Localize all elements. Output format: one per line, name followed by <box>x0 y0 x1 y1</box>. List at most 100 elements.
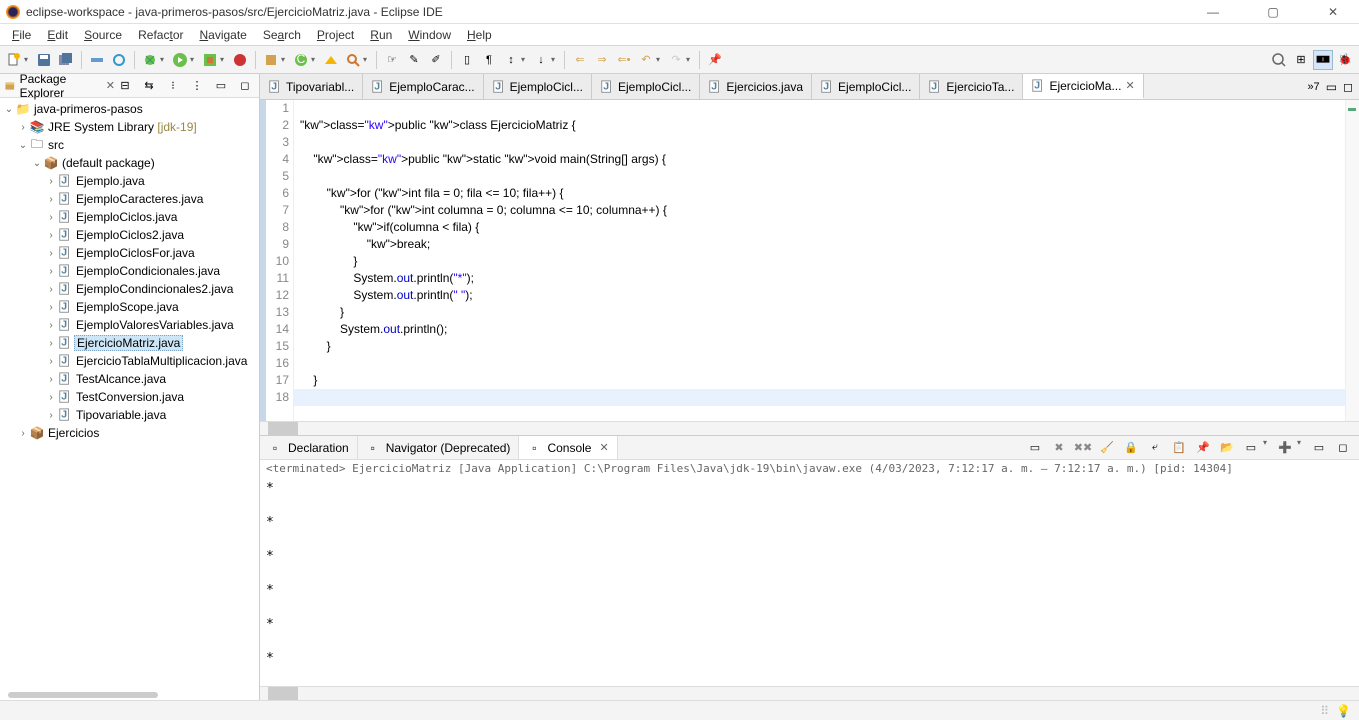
code-editor[interactable]: 123456789101112131415161718 "kw">class="… <box>260 100 1359 421</box>
console-pin-button[interactable]: 📌 <box>1193 438 1213 458</box>
trim-handle[interactable]: ⠿ <box>1320 704 1330 718</box>
console-minimize-button[interactable]: ▭ <box>1309 438 1329 458</box>
coverage-button[interactable] <box>200 50 220 70</box>
history-back-button[interactable]: ↶ <box>636 50 656 70</box>
collapse-all-button[interactable]: ⊟ <box>115 76 135 96</box>
project-tree[interactable]: ⌄📁java-primeros-pasos ›📚JRE System Libra… <box>0 98 259 700</box>
filters-button[interactable]: ⁝ <box>163 76 183 96</box>
console-clear-output-button[interactable]: 🧹 <box>1097 438 1117 458</box>
editor-tab[interactable]: JEjemploCicl... <box>592 74 700 99</box>
menu-search[interactable]: Search <box>255 26 309 44</box>
project-node[interactable]: java-primeros-pasos <box>32 102 145 116</box>
skip-breakpoints-button[interactable] <box>109 50 129 70</box>
console-clear-button[interactable]: ▭ <box>1025 438 1045 458</box>
maximize-view-button[interactable]: ◻ <box>235 76 255 96</box>
menu-window[interactable]: Window <box>400 26 459 44</box>
debug-dropdown[interactable]: ▾ <box>160 55 168 64</box>
file-label[interactable]: EjemploCiclos.java <box>74 210 179 224</box>
editor-tab[interactable]: JEjercicioTa... <box>920 74 1023 99</box>
save-button[interactable] <box>34 50 54 70</box>
file-label[interactable]: TestConversion.java <box>74 390 186 404</box>
editor-maximize-button[interactable]: ◻ <box>1343 80 1353 94</box>
tabs-overflow-button[interactable]: »7 <box>1307 81 1319 93</box>
package-explorer-close-button[interactable]: ✕ <box>106 79 115 92</box>
debug-perspective-button[interactable]: 🐞 <box>1335 50 1355 70</box>
tab-close-button[interactable]: ✕ <box>1125 79 1134 92</box>
coverage-dropdown[interactable]: ▾ <box>220 55 228 64</box>
menu-file[interactable]: File <box>4 26 39 44</box>
debug-button[interactable] <box>140 50 160 70</box>
console-terminate-button[interactable]: ✖ <box>1049 438 1069 458</box>
file-node[interactable]: ›JTestAlcance.java <box>2 370 257 388</box>
menu-help[interactable]: Help <box>459 26 500 44</box>
toggle-breadcrumb-button[interactable] <box>87 50 107 70</box>
console-hscrollbar[interactable] <box>260 686 1359 700</box>
link-editor-button[interactable]: ⇆ <box>139 76 159 96</box>
window-maximize-button[interactable]: ▢ <box>1253 2 1293 22</box>
show-whitespace-button[interactable]: ¶ <box>479 50 499 70</box>
console-remove-all-button[interactable]: ✖✖ <box>1073 438 1093 458</box>
console-scroll-lock-button[interactable]: 🔒 <box>1121 438 1141 458</box>
file-node[interactable]: ›JTipovariable.java <box>2 406 257 424</box>
overview-ruler[interactable] <box>1345 100 1359 421</box>
bottom-tab[interactable]: ▫Navigator (Deprecated) <box>358 436 520 459</box>
console-open-button[interactable]: 📂 <box>1217 438 1237 458</box>
file-label[interactable]: EjercicioTablaMultiplicacion.java <box>74 354 249 368</box>
file-label[interactable]: EjemploCiclosFor.java <box>74 246 197 260</box>
new-package-button[interactable] <box>261 50 281 70</box>
quick-access-button[interactable] <box>1269 50 1289 70</box>
menu-edit[interactable]: Edit <box>39 26 76 44</box>
file-node[interactable]: ›JEjemploCondincionales2.java <box>2 280 257 298</box>
tree-scrollbar[interactable] <box>8 692 158 698</box>
bottom-tab[interactable]: ▫Console✕ <box>519 436 617 459</box>
wand-button[interactable]: ✎ <box>404 50 424 70</box>
menu-project[interactable]: Project <box>309 26 362 44</box>
file-label[interactable]: EjemploCaracteres.java <box>74 192 205 206</box>
other-project-node[interactable]: Ejercicios <box>46 426 101 440</box>
file-label[interactable]: EjemploValoresVariables.java <box>74 318 236 332</box>
file-label[interactable]: EjemploCondicionales.java <box>74 264 222 278</box>
console-maximize-button[interactable]: ◻ <box>1333 438 1353 458</box>
toggle-block-button[interactable]: ▯ <box>457 50 477 70</box>
src-node[interactable]: src <box>46 138 66 152</box>
new-class-button[interactable]: C <box>291 50 311 70</box>
console-output[interactable]: * * * * * * <box>260 478 1359 686</box>
file-label[interactable]: EjercicioMatriz.java <box>74 335 183 351</box>
file-node[interactable]: ›JEjercicioMatriz.java <box>2 334 257 352</box>
file-node[interactable]: ›JEjemploCiclos.java <box>2 208 257 226</box>
file-label[interactable]: EjemploScope.java <box>74 300 181 314</box>
annotation-nav-button[interactable]: ↕ <box>501 50 521 70</box>
run-last-button[interactable] <box>230 50 250 70</box>
window-minimize-button[interactable]: — <box>1193 2 1233 22</box>
menu-refactor[interactable]: Refactor <box>130 26 191 44</box>
pin-editor-button[interactable]: 📌 <box>705 50 725 70</box>
run-dropdown[interactable]: ▾ <box>190 55 198 64</box>
last-edit-button[interactable]: ⇐• <box>614 50 634 70</box>
menu-source[interactable]: Source <box>76 26 130 44</box>
file-node[interactable]: ›JTestConversion.java <box>2 388 257 406</box>
highlighter-button[interactable]: ✐ <box>426 50 446 70</box>
java-perspective-button[interactable]: 🀰 <box>1313 50 1333 70</box>
bottom-tab-close-button[interactable]: ✕ <box>599 441 608 454</box>
editor-hscrollbar[interactable] <box>260 421 1359 435</box>
open-type-button[interactable] <box>321 50 341 70</box>
menu-run[interactable]: Run <box>362 26 400 44</box>
code-area[interactable]: "kw">class="kw">public "kw">class Ejerci… <box>294 100 1345 421</box>
editor-tab[interactable]: JEjemploCicl... <box>484 74 592 99</box>
console-show-button[interactable]: 📋 <box>1169 438 1189 458</box>
file-label[interactable]: TestAlcance.java <box>74 372 168 386</box>
console-new-button[interactable]: ➕ <box>1275 438 1295 458</box>
next-annotation-button[interactable]: ↓ <box>531 50 551 70</box>
file-node[interactable]: ›JEjemploCaracteres.java <box>2 190 257 208</box>
view-menu-button[interactable]: ⋮ <box>187 76 207 96</box>
window-close-button[interactable]: ✕ <box>1313 2 1353 22</box>
jre-node[interactable]: JRE System Library [jdk-19] <box>46 120 199 134</box>
tip-icon[interactable]: 💡 <box>1336 704 1351 718</box>
file-node[interactable]: ›JEjemploScope.java <box>2 298 257 316</box>
history-fwd-button[interactable]: ↷ <box>666 50 686 70</box>
forward-button[interactable]: ⇒ <box>592 50 612 70</box>
menu-navigate[interactable]: Navigate <box>191 26 254 44</box>
new-dropdown[interactable]: ▾ <box>24 55 32 64</box>
file-node[interactable]: ›JEjemploCiclosFor.java <box>2 244 257 262</box>
editor-tab[interactable]: JTipovariabl... <box>260 74 363 99</box>
